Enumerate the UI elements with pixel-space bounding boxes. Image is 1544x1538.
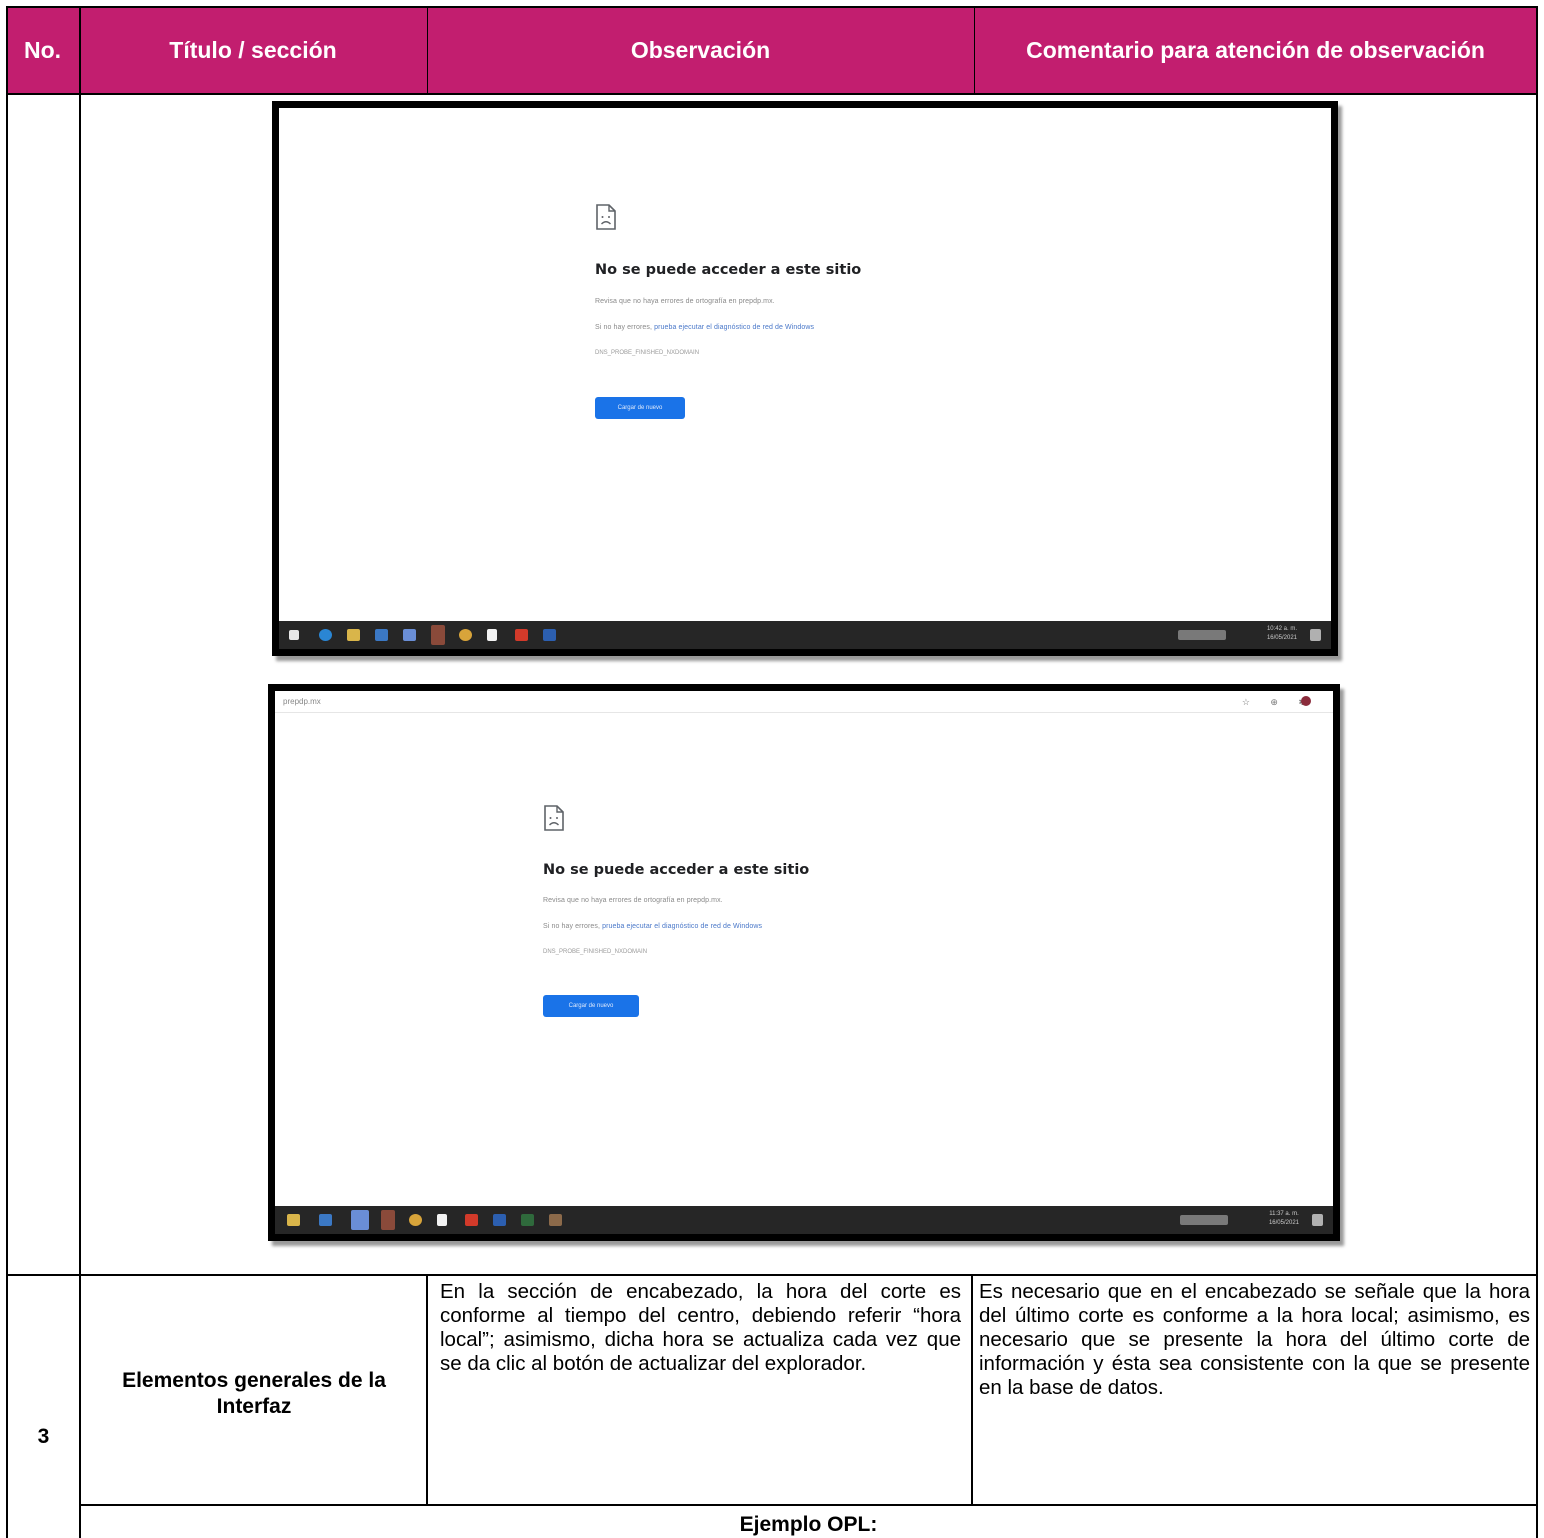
system-tray[interactable] [1180, 1215, 1228, 1225]
file-explorer-icon[interactable] [347, 629, 360, 641]
error-title: No se puede acceder a este sitio [595, 262, 862, 278]
outlook-icon[interactable] [319, 1214, 332, 1226]
taskbar-clock[interactable]: 10:42 a. m. 16/05/2021 [1267, 625, 1297, 643]
diagnostics-link[interactable]: prueba ejecutar el diagnóstico de red de… [602, 923, 762, 930]
acrobat-icon[interactable] [515, 629, 528, 641]
header-no: No. [23, 36, 62, 63]
example-label: Ejemplo OPL: [739, 1513, 878, 1536]
url-text[interactable]: prepdp.mx [283, 697, 321, 706]
windows-taskbar: 10:42 a. m. 16/05/2021 [279, 621, 1331, 649]
clock-date: 16/05/2021 [1266, 635, 1297, 641]
app-icon[interactable] [431, 625, 445, 645]
row-title: Elementos generales de la Interfaz [122, 1369, 386, 1418]
header-title: Título / sección [169, 36, 337, 63]
error-line-1: Revisa que no haya errores de ortografía… [595, 298, 775, 305]
table-border-right [1536, 6, 1538, 1538]
windows-start-icon[interactable] [289, 630, 299, 640]
column-divider-title [426, 1274, 428, 1505]
clock-date: 16/05/2021 [1268, 1220, 1299, 1226]
profile-avatar[interactable] [1301, 696, 1311, 706]
column-divider-observation [971, 1274, 973, 1505]
column-divider-title-header [427, 6, 428, 94]
teams-icon[interactable] [403, 629, 416, 641]
screenshot-2: prepdp.mx ☆ ⊕ ✱ No se puede acceder a es… [268, 684, 1340, 1241]
clock-time: 10:42 a. m. [1266, 626, 1297, 632]
taskbar-clock[interactable]: 11:37 a. m. 16/05/2021 [1269, 1210, 1299, 1228]
reload-button[interactable]: Cargar de nuevo [543, 995, 639, 1017]
row-comment: Es necesario que en el encabezado se señ… [979, 1280, 1530, 1399]
system-tray[interactable] [1178, 630, 1226, 640]
clock-time: 11:37 a. m. [1269, 1211, 1299, 1217]
row-number: 3 [8, 1425, 79, 1449]
notepad-icon[interactable] [487, 629, 497, 641]
diagnostics-link[interactable]: prueba ejecutar el diagnóstico de red de… [654, 324, 814, 331]
column-divider-obs-header [974, 6, 975, 94]
column-divider-no [79, 6, 81, 1538]
error-line-2: Si no hay errores, prueba ejecutar el di… [543, 923, 762, 930]
error-line-2: Si no hay errores, prueba ejecutar el di… [595, 324, 814, 331]
file-explorer-icon[interactable] [287, 1214, 300, 1226]
browser-address-bar: prepdp.mx ☆ ⊕ ✱ [275, 691, 1333, 713]
reload-button[interactable]: Cargar de nuevo [595, 397, 685, 419]
row-observation: En la sección de encabezado, la hora del… [440, 1280, 961, 1375]
error-line-2-prefix: Si no hay errores, [595, 324, 655, 331]
table-border-header [6, 93, 1538, 95]
word-icon[interactable] [493, 1214, 506, 1226]
notepad-icon[interactable] [437, 1214, 447, 1226]
table-border-left [6, 6, 8, 1538]
header-comment: Comentario para atención de observación [1026, 36, 1485, 63]
example-divider [79, 1504, 1538, 1506]
row-divider [6, 1274, 1538, 1276]
windows-taskbar: 11:37 a. m. 16/05/2021 [275, 1206, 1333, 1234]
error-code: DNS_PROBE_FINISHED_NXDOMAIN [543, 949, 648, 955]
error-line-2-prefix: Si no hay errores, [543, 923, 603, 930]
app-icon[interactable] [381, 1210, 395, 1230]
sad-document-icon [544, 805, 564, 831]
outlook-icon[interactable] [375, 629, 388, 641]
edge-icon[interactable] [319, 629, 332, 641]
notifications-icon[interactable] [1312, 1214, 1323, 1226]
row-number-text: 3 [37, 1425, 50, 1448]
error-line-1: Revisa que no haya errores de ortografía… [543, 897, 723, 904]
chrome-icon[interactable] [459, 629, 472, 641]
notifications-icon[interactable] [1310, 629, 1321, 641]
screenshot-1: No se puede acceder a este sitio Revisa … [272, 101, 1338, 656]
word-icon[interactable] [543, 629, 556, 641]
chrome-icon[interactable] [409, 1214, 422, 1226]
header-observation: Observación [630, 36, 771, 63]
error-title: No se puede acceder a este sitio [543, 862, 810, 878]
error-code: DNS_PROBE_FINISHED_NXDOMAIN [595, 350, 700, 356]
table-border-top [6, 6, 1538, 8]
acrobat-icon[interactable] [465, 1214, 478, 1226]
teams-icon[interactable] [351, 1210, 369, 1230]
excel-icon[interactable] [521, 1214, 534, 1226]
extra-app-icon[interactable] [549, 1214, 562, 1226]
browser-page: No se puede acceder a este sitio Revisa … [275, 713, 1333, 1206]
sad-document-icon [596, 204, 616, 230]
browser-page: No se puede acceder a este sitio Revisa … [279, 108, 1331, 621]
